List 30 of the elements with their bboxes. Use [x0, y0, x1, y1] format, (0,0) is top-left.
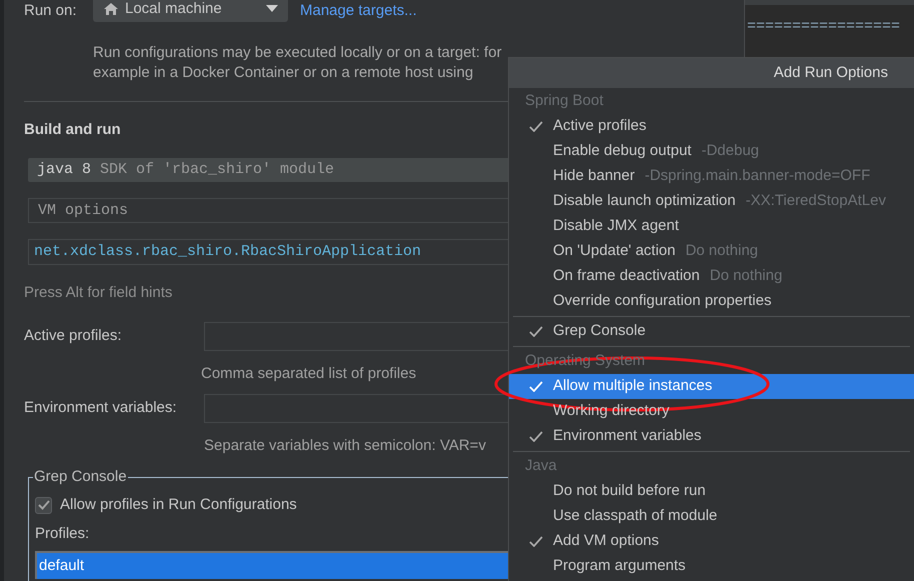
field-label: Active profiles:	[24, 326, 123, 346]
popup-title: Add Run Options	[509, 58, 914, 88]
menu-item[interactable]: Override configuration properties	[509, 289, 914, 314]
menu-item[interactable]: Use classpath of module	[509, 504, 914, 529]
field-label: Profiles:	[35, 524, 90, 544]
menu-item[interactable]: Do not build before run	[509, 479, 914, 504]
target-dropdown[interactable]: Local machine	[93, 0, 288, 22]
description-text: example in a Docker Container or on a remote host using	[93, 63, 474, 83]
menu-item[interactable]: Active profiles	[509, 114, 914, 139]
section-header: Java	[524, 456, 557, 476]
menu-item[interactable]: Allow multiple instances	[509, 374, 914, 399]
home-icon	[103, 2, 119, 16]
manage-targets-link[interactable]: Manage targets...	[300, 0, 417, 22]
hint-text: Press Alt for field hints	[24, 282, 172, 303]
section-title: Build and run	[24, 120, 121, 140]
caret-icon	[266, 5, 278, 13]
menu-item[interactable]: Environment variables	[509, 424, 914, 449]
description-text: Run configurations may be executed locally or on a target: for	[93, 43, 503, 63]
checkbox[interactable]	[35, 496, 52, 514]
checkbox-label: Allow profiles in Run Configurations	[60, 495, 297, 516]
menu-item[interactable]: On frame deactivation Do nothing	[509, 264, 914, 289]
menu-item[interactable]: Grep Console	[509, 319, 914, 344]
menu-item[interactable]: Add VM options	[509, 529, 914, 554]
hint-text: Comma separated list of profiles	[201, 364, 416, 384]
group-title: Grep Console	[33, 468, 128, 486]
field-label: Run on:	[24, 0, 78, 21]
hint-text: Separate variables with semicolon: VAR=v	[204, 436, 486, 456]
section-header: Spring Boot	[524, 91, 604, 112]
code-text: =================	[747, 18, 900, 35]
field-label: Environment variables:	[24, 398, 178, 418]
